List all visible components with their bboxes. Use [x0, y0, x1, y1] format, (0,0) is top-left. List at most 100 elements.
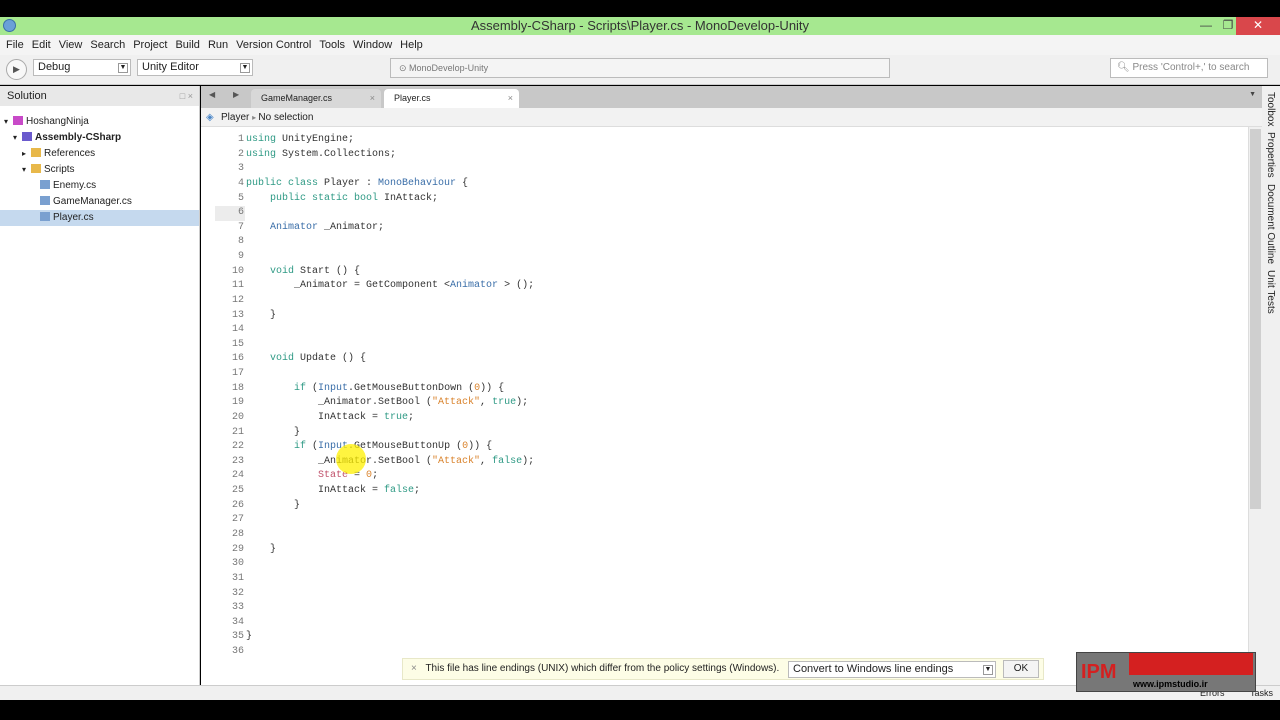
- search-input[interactable]: 🔍︎ Press 'Control+,' to search: [1110, 58, 1268, 78]
- tree-item-label: Enemy.cs: [53, 180, 97, 191]
- menu-view[interactable]: View: [59, 39, 83, 51]
- tree-item-label: References: [44, 148, 96, 159]
- dock-properties[interactable]: Properties: [1265, 132, 1276, 178]
- code-line[interactable]: }: [246, 309, 276, 324]
- tree-item[interactable]: GameManager.cs: [0, 194, 199, 210]
- dock-toolbox[interactable]: Toolbox: [1265, 92, 1276, 126]
- close-icon[interactable]: ×: [508, 89, 513, 108]
- menu-search[interactable]: Search: [90, 39, 125, 51]
- code-line[interactable]: }: [246, 499, 300, 514]
- code-token: InAttack;: [378, 192, 439, 204]
- code-line[interactable]: InAttack = false;: [246, 484, 420, 499]
- code-token: if: [246, 441, 307, 453]
- line-number: 19: [231, 397, 244, 409]
- line-number: 3: [237, 163, 244, 175]
- dock-document-outline[interactable]: Document Outline: [1265, 184, 1276, 264]
- menu-file[interactable]: File: [6, 39, 24, 51]
- tab-back-icon[interactable]: ◀: [209, 90, 215, 99]
- scroll-thumb[interactable]: [1250, 129, 1261, 509]
- tab-bar: ◀ ▶ GameManager.cs × Player.cs × ▼: [201, 86, 1262, 108]
- line-number: 20: [231, 411, 244, 423]
- code-line[interactable]: _Animator.SetBool ("Attack", false);: [246, 455, 534, 470]
- close-button[interactable]: ✕: [1236, 17, 1280, 35]
- file-icon: [40, 196, 50, 205]
- tree-item-label: HoshangNinja: [26, 116, 89, 127]
- run-button[interactable]: ▶: [6, 59, 27, 80]
- menu-edit[interactable]: Edit: [32, 39, 51, 51]
- line-number: 18: [231, 382, 244, 394]
- code-line[interactable]: public static bool InAttack;: [246, 192, 438, 207]
- menu-help[interactable]: Help: [400, 39, 423, 51]
- pad-close-icon[interactable]: □ ×: [180, 86, 193, 106]
- code-token: "Attack": [432, 455, 481, 467]
- code-line[interactable]: InAttack = true;: [246, 411, 414, 426]
- title-bar: Assembly-CSharp - Scripts\Player.cs - Mo…: [0, 17, 1280, 35]
- code-line[interactable]: void Start () {: [246, 265, 360, 280]
- menu-run[interactable]: Run: [208, 39, 228, 51]
- right-dock: Toolbox Properties Document Outline Unit…: [1262, 86, 1280, 685]
- target-select[interactable]: Unity Editor ▼: [137, 59, 253, 76]
- menu-build[interactable]: Build: [175, 39, 199, 51]
- code-line[interactable]: _Animator = GetComponent <Animator > ();: [246, 279, 534, 294]
- line-number: 36: [231, 646, 244, 658]
- dock-unit-tests[interactable]: Unit Tests: [1265, 270, 1276, 314]
- play-icon: ▶: [13, 64, 20, 74]
- tree-item[interactable]: ▾ Assembly-CSharp: [0, 130, 199, 146]
- line-number: 35: [231, 631, 244, 643]
- config-select[interactable]: Debug ▼: [33, 59, 131, 76]
- breadcrumb-member[interactable]: No selection: [258, 112, 313, 123]
- code-line[interactable]: void Update () {: [246, 352, 366, 367]
- code-token: .GetMouseButtonUp (: [348, 441, 463, 453]
- code-line[interactable]: Animator _Animator;: [246, 221, 384, 236]
- menu-bar: File Edit View Search Project Build Run …: [0, 35, 1280, 55]
- code-token: (: [306, 441, 319, 453]
- close-icon[interactable]: ×: [411, 663, 417, 674]
- code-line[interactable]: if (Input.GetMouseButtonUp (0)) {: [246, 440, 492, 455]
- code-line[interactable]: public class Player : MonoBehaviour {: [246, 177, 468, 192]
- expander-icon[interactable]: ▾: [4, 114, 13, 130]
- code-area[interactable]: 1 using UnityEngine; 2 using System.Collect…: [201, 127, 1248, 685]
- line-number: 34: [231, 616, 244, 628]
- tree-item[interactable]: Enemy.cs: [0, 178, 199, 194]
- breadcrumb-class[interactable]: Player: [221, 112, 249, 123]
- tree-item[interactable]: ▾ Scripts: [0, 162, 199, 178]
- menu-tools[interactable]: Tools: [319, 39, 345, 51]
- code-token: .GetMouseButtonDown (: [348, 382, 475, 394]
- code-token: void: [246, 265, 295, 277]
- ok-button[interactable]: OK: [1003, 660, 1039, 678]
- tree-item[interactable]: Player.cs: [0, 210, 199, 226]
- line-number: 31: [231, 572, 244, 584]
- tab-list-icon[interactable]: ▼: [1249, 91, 1256, 98]
- code-line[interactable]: if (Input.GetMouseButtonDown (0)) {: [246, 382, 504, 397]
- vertical-scrollbar[interactable]: [1248, 127, 1262, 685]
- code-token: using: [246, 148, 277, 160]
- code-line[interactable]: }: [246, 630, 252, 645]
- code-line[interactable]: }: [246, 543, 276, 558]
- editor: ◀ ▶ GameManager.cs × Player.cs × ▼ ◈ Playe…: [201, 86, 1262, 685]
- code-token: ;: [414, 485, 421, 497]
- solution-tree: ▾ HoshangNinja ▾ Assembly-CSharp ▸ References…: [0, 106, 199, 226]
- code-token: _Animator = GetComponent <: [246, 280, 451, 292]
- tree-item[interactable]: ▾ HoshangNinja: [0, 114, 199, 130]
- expander-icon[interactable]: ▾: [22, 162, 31, 178]
- code-line[interactable]: }: [246, 426, 300, 441]
- tab-player[interactable]: Player.cs ×: [384, 89, 519, 108]
- chevron-down-icon: ▼: [118, 63, 128, 73]
- menu-window[interactable]: Window: [353, 39, 392, 51]
- line-endings-select[interactable]: Convert to Windows line endings ▼: [788, 661, 996, 678]
- code-line[interactable]: _Animator.SetBool ("Attack", true);: [246, 396, 528, 411]
- close-icon[interactable]: ×: [370, 89, 375, 108]
- code-line[interactable]: using System.Collections;: [246, 148, 396, 163]
- menu-version-control[interactable]: Version Control: [236, 39, 311, 51]
- code-line[interactable]: using UnityEngine;: [246, 133, 354, 148]
- expander-icon[interactable]: ▾: [13, 130, 22, 146]
- code-token: }: [246, 309, 277, 321]
- tree-item[interactable]: ▸ References: [0, 146, 199, 162]
- expander-icon[interactable]: ▸: [22, 146, 31, 162]
- tab-forward-icon[interactable]: ▶: [233, 90, 239, 99]
- line-endings-value: Convert to Windows line endings: [793, 663, 954, 675]
- line-number: 5: [237, 192, 244, 204]
- code-token: Update () {: [294, 353, 367, 365]
- tab-gamemanager[interactable]: GameManager.cs ×: [251, 89, 381, 108]
- menu-project[interactable]: Project: [133, 39, 167, 51]
